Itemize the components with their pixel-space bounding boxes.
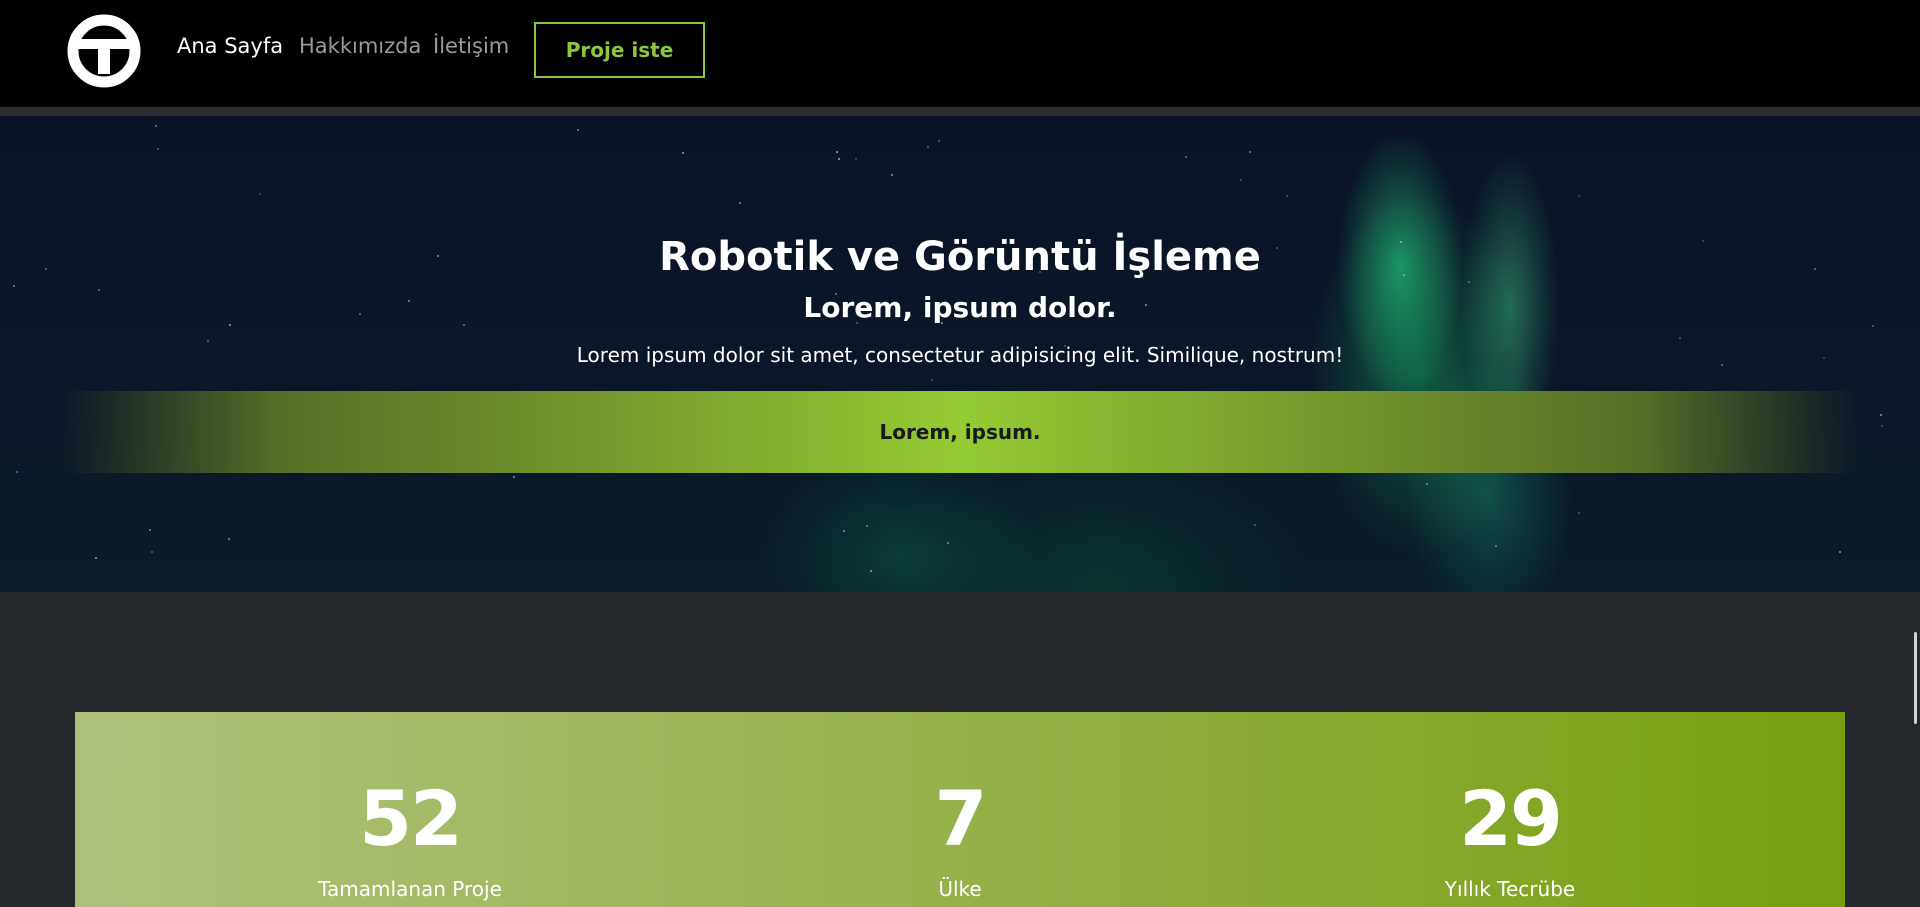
stat-label: Ülke: [938, 877, 982, 901]
star: [1254, 524, 1256, 526]
star: [259, 193, 261, 195]
star: [1240, 179, 1242, 181]
navbar-divider: [0, 107, 1920, 116]
star: [1426, 483, 1428, 485]
star: [1578, 195, 1580, 197]
stat-number: 29: [1459, 774, 1563, 863]
hero-banner-label: Lorem, ipsum.: [879, 420, 1041, 444]
hero-subtitle: Lorem, ipsum dolor.: [803, 291, 1117, 324]
star: [927, 146, 929, 148]
star: [866, 525, 868, 527]
nav-link-about[interactable]: Hakkımızda: [299, 33, 421, 59]
star: [855, 158, 857, 160]
stat-number: 7: [934, 774, 988, 863]
star: [1495, 545, 1497, 547]
nav-link-contact[interactable]: İletişim: [433, 33, 509, 59]
navbar: Ana Sayfa Hakkımızda İletişim Proje iste: [0, 0, 1920, 107]
star: [931, 379, 933, 381]
star: [513, 476, 515, 478]
star: [870, 570, 872, 572]
star: [577, 129, 579, 131]
page-scrollbar[interactable]: [1914, 632, 1917, 724]
star: [155, 125, 157, 127]
star: [938, 140, 940, 142]
star: [16, 471, 18, 473]
star: [739, 202, 741, 204]
star: [1185, 156, 1187, 158]
stat-label: Tamamlanan Proje: [318, 877, 502, 901]
hero-section: Robotik ve Görüntü İşleme Lorem, ipsum d…: [0, 116, 1920, 592]
stat-completed-projects: 52 Tamamlanan Proje: [210, 712, 610, 902]
star: [836, 151, 838, 153]
stat-countries: 7 Ülke: [760, 712, 1160, 902]
t-circle-logo-icon[interactable]: [60, 14, 148, 88]
request-project-button[interactable]: Proje iste: [534, 22, 705, 78]
star: [1881, 425, 1883, 427]
star: [838, 158, 840, 160]
star: [95, 557, 97, 559]
star: [149, 529, 151, 531]
star: [1578, 512, 1580, 514]
nav-link-home[interactable]: Ana Sayfa: [177, 33, 283, 59]
star: [947, 542, 949, 544]
star: [682, 152, 684, 154]
star: [891, 174, 893, 176]
star: [228, 538, 230, 540]
star: [1249, 151, 1251, 153]
star: [843, 530, 845, 532]
star: [1839, 551, 1841, 553]
stats-panel: 52 Tamamlanan Proje 7 Ülke 29 Yıllık Tec…: [75, 712, 1845, 907]
star: [1679, 337, 1681, 339]
star: [151, 551, 153, 553]
hero-banner: Lorem, ipsum.: [60, 391, 1860, 473]
star: [13, 285, 15, 287]
stat-years-experience: 29 Yıllık Tecrübe: [1310, 712, 1710, 902]
star: [1286, 195, 1288, 197]
star: [1880, 414, 1882, 416]
hero-description: Lorem ipsum dolor sit amet, consectetur …: [576, 343, 1344, 367]
star: [157, 148, 159, 150]
hero-title: Robotik ve Görüntü İşleme: [659, 234, 1261, 280]
stat-number: 52: [359, 774, 463, 863]
stat-label: Yıllık Tecrübe: [1444, 877, 1576, 901]
